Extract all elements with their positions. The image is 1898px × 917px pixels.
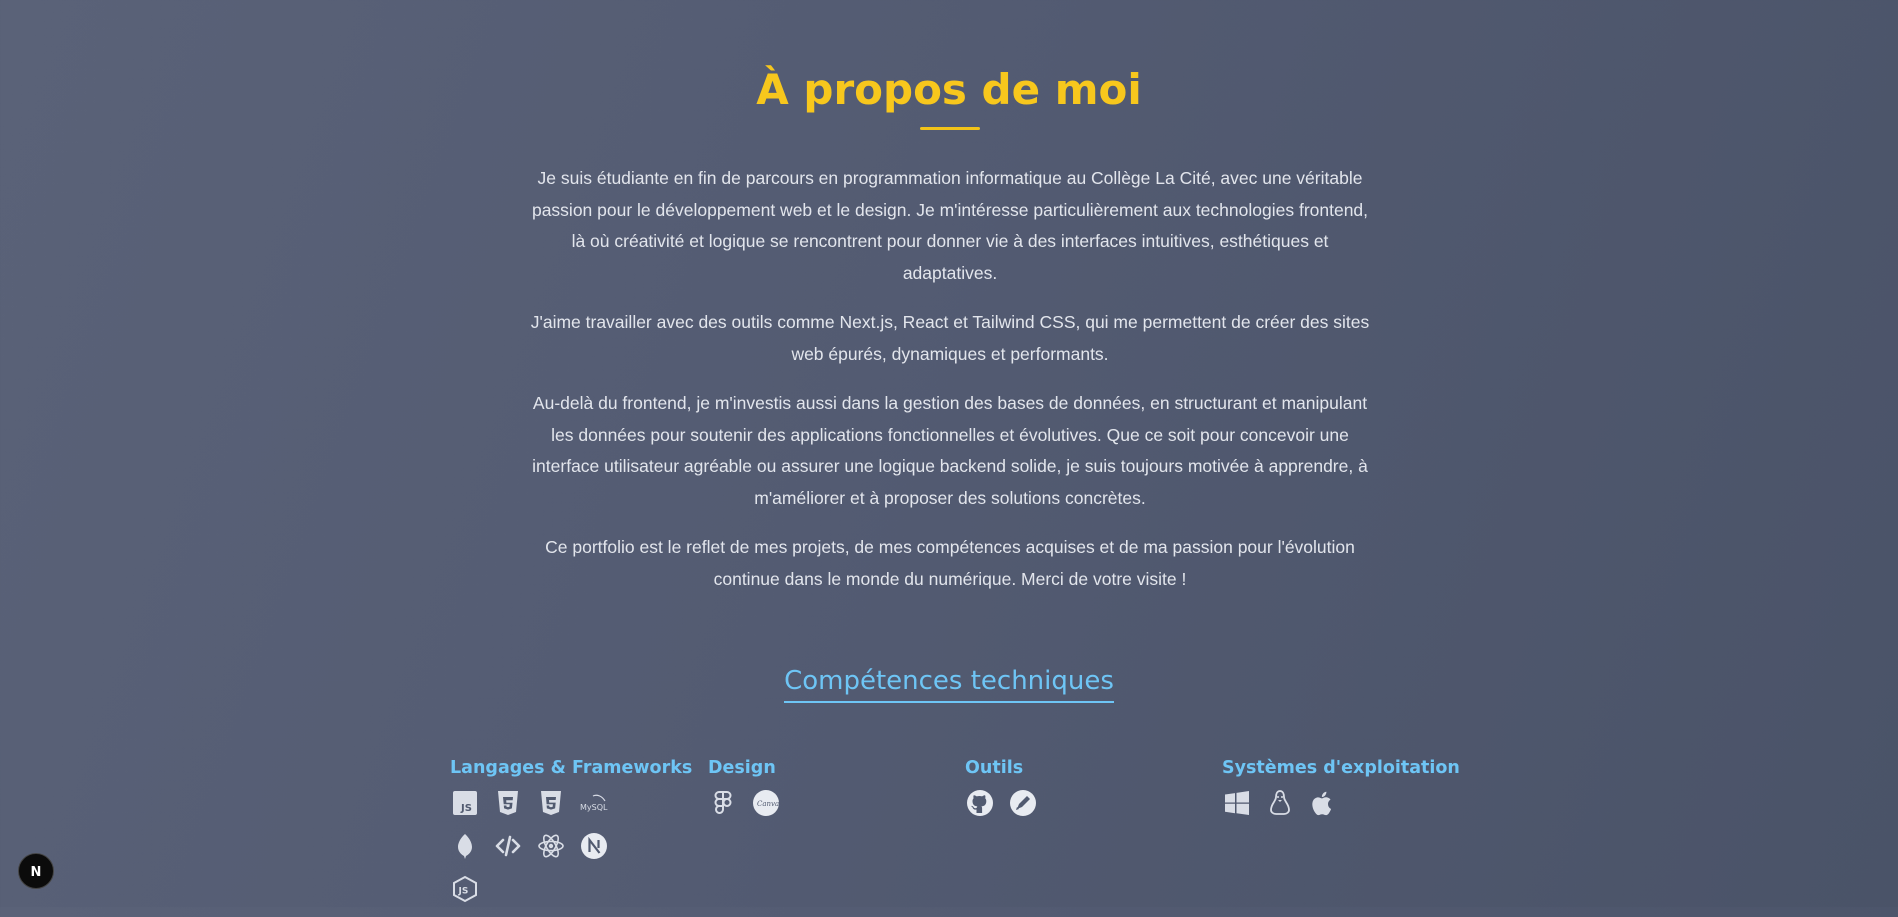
category-languages-frameworks: Langages & Frameworks JS MySQL JS — [450, 756, 692, 917]
svg-text:N: N — [31, 865, 42, 880]
mysql-icon[interactable]: MySQL — [579, 788, 609, 818]
about-title: À propos de moi — [756, 65, 1142, 114]
svg-text:JS: JS — [458, 887, 469, 897]
github-icon[interactable] — [965, 788, 995, 818]
pen-tool-icon[interactable] — [1008, 788, 1038, 818]
canva-icon[interactable]: Canva — [751, 788, 781, 818]
react-icon[interactable] — [536, 831, 566, 861]
skills-title: Compétences techniques — [784, 663, 1114, 703]
svg-text:Canva: Canva — [757, 800, 779, 808]
category-operating-systems: Systèmes d'exploitation — [1222, 756, 1460, 831]
about-text: Je suis étudiante en fin de parcours en … — [529, 163, 1371, 613]
code-icon[interactable] — [493, 831, 523, 861]
skills-section-title: Compétences techniques — [0, 663, 1898, 703]
about-paragraph-2: J'aime travailler avec des outils comme … — [530, 312, 1370, 364]
category-title: Design — [708, 758, 776, 778]
mongodb-icon[interactable] — [450, 831, 480, 861]
category-title: Systèmes d'exploitation — [1222, 758, 1460, 778]
nextjs-icon[interactable] — [579, 831, 609, 861]
javascript-icon[interactable]: JS — [450, 788, 480, 818]
css3-icon[interactable] — [536, 788, 566, 818]
apple-icon[interactable] — [1308, 788, 1338, 818]
category-title: Langages & Frameworks — [450, 758, 693, 778]
nextjs-dev-badge[interactable]: N — [18, 853, 54, 889]
about-paragraph-1: Je suis étudiante en fin de parcours en … — [531, 168, 1369, 283]
windows-icon[interactable] — [1222, 788, 1252, 818]
category-tools: Outils — [965, 756, 1165, 831]
about-paragraph-3: Au-delà du frontend, je m'investis aussi… — [532, 393, 1368, 508]
category-title: Outils — [965, 758, 1024, 778]
svg-text:JS: JS — [460, 803, 472, 814]
svg-text:MySQL: MySQL — [580, 803, 608, 812]
title-underline — [920, 127, 980, 130]
about-paragraph-4: Ce portfolio est le reflet de mes projet… — [545, 537, 1355, 589]
nextjs-logo-icon: N — [31, 865, 42, 880]
nodejs-icon[interactable]: JS — [450, 874, 480, 904]
category-design: Design Canva — [708, 756, 908, 831]
html5-icon[interactable] — [493, 788, 523, 818]
linux-icon[interactable] — [1265, 788, 1295, 818]
figma-icon[interactable] — [708, 788, 738, 818]
